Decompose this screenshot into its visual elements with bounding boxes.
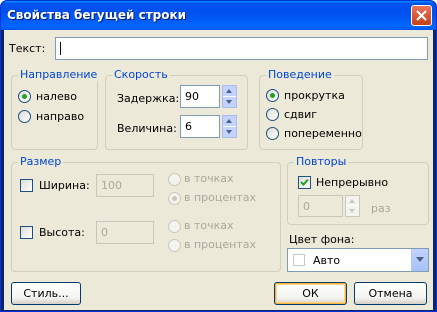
width-label[interactable]: Ширина: [39,179,90,192]
cancel-button[interactable]: Отмена [354,282,427,305]
width-percent-radio[interactable] [168,192,181,205]
repeat-count-spinner[interactable] [345,195,360,217]
height-pixels-label[interactable]: в точках [184,219,234,232]
height-percent-label[interactable]: в процентах [184,238,256,251]
amount-spinner[interactable] [222,115,237,138]
width-checkbox[interactable] [20,179,33,192]
dialog-body: Текст: Направление налево направо Скорос… [4,30,433,310]
checkmark-icon [300,178,309,186]
repeat-group: Повторы Непрерывно 0 раз [287,155,429,225]
spin-up-icon[interactable] [223,86,236,97]
width-input[interactable]: 100 [96,174,154,197]
behavior-scroll-radio[interactable] [266,89,279,102]
repeat-group-title: Повторы [294,155,349,168]
size-group: Размер Ширина: 100 в точках в процентах … [11,155,281,272]
spin-up-icon[interactable] [346,196,359,206]
direction-left-label[interactable]: налево [36,90,77,103]
behavior-slide-radio[interactable] [266,108,279,121]
ok-button-label: ОК [302,287,319,300]
text-input[interactable] [55,37,428,60]
delay-spinner[interactable] [222,85,237,108]
direction-group: Направление налево направо [11,68,100,150]
amount-label: Величина: [117,122,177,135]
text-label: Текст: [9,42,46,55]
behavior-group: Поведение прокрутка сдвиг попеременно [259,68,363,150]
behavior-slide-label[interactable]: сдвиг [284,108,317,121]
direction-right-label[interactable]: направо [36,110,84,123]
behavior-alternate-radio[interactable] [266,127,279,140]
spin-down-icon[interactable] [223,127,236,138]
delay-label: Задержка: [117,92,180,105]
repeat-unit-label: раз [371,202,391,215]
bgcolor-value: Авто [313,254,341,267]
style-button-label: Стиль... [23,287,69,300]
color-swatch [293,254,305,266]
close-button[interactable] [411,5,432,26]
behavior-scroll-label[interactable]: прокрутка [284,89,345,102]
height-percent-radio[interactable] [168,239,181,252]
bgcolor-dropdown[interactable]: Авто [287,248,429,272]
width-percent-label[interactable]: в процентах [184,191,256,204]
amount-input[interactable]: 6 [180,115,220,138]
spin-down-icon[interactable] [223,97,236,108]
ok-button[interactable]: ОК [274,282,347,305]
height-label[interactable]: Высота: [39,226,85,239]
height-checkbox[interactable] [20,226,33,239]
width-pixels-label[interactable]: в точках [184,172,234,185]
height-pixels-radio[interactable] [168,220,181,233]
delay-input[interactable]: 90 [180,85,220,108]
continuous-checkbox[interactable] [298,176,311,189]
bgcolor-label: Цвет фона: [289,233,355,246]
title-bar[interactable]: Свойства бегущей строки [1,1,436,30]
direction-group-title: Направление [18,68,100,81]
dialog-window: Свойства бегущей строки Текст: Направлен… [0,0,437,312]
width-pixels-radio[interactable] [168,173,181,186]
direction-left-radio[interactable] [18,90,31,103]
style-button[interactable]: Стиль... [11,282,81,305]
behavior-alternate-label[interactable]: попеременно [284,127,362,140]
cancel-button-label: Отмена [368,287,413,300]
continuous-label[interactable]: Непрерывно [316,176,388,189]
close-icon [416,10,427,21]
direction-right-radio[interactable] [18,110,31,123]
height-input[interactable]: 0 [96,221,154,244]
spin-up-icon[interactable] [223,116,236,127]
spin-down-icon[interactable] [346,206,359,216]
size-group-title: Размер [18,155,64,168]
dialog-title: Свойства бегущей строки [7,8,187,22]
speed-group-title: Скорость [112,68,170,81]
chevron-down-icon[interactable] [411,249,428,271]
behavior-group-title: Поведение [266,68,334,81]
repeat-count-input[interactable]: 0 [298,195,343,217]
speed-group: Скорость Задержка: 90 Величина: 6 [105,68,248,150]
